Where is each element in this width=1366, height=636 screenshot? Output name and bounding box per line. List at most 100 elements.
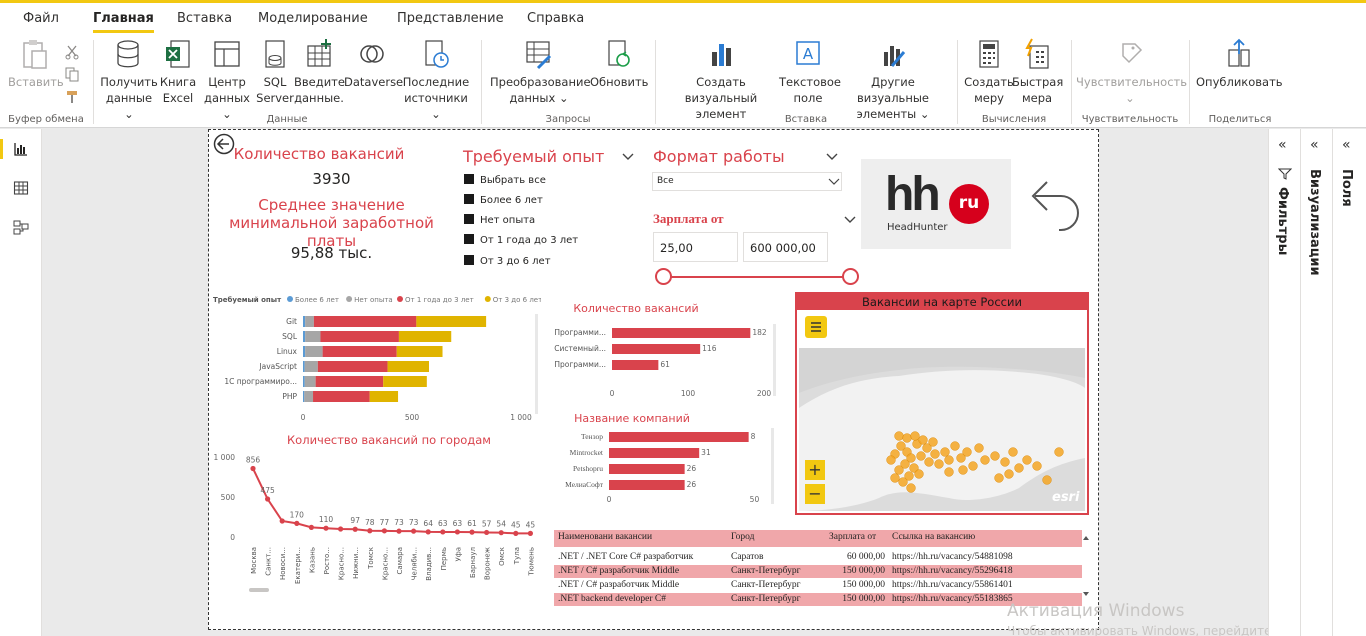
text-box-button[interactable]: A Текстовое поле: [779, 38, 841, 106]
more-visuals-button[interactable]: Другие визуальные элементы ⌄: [837, 38, 949, 122]
get-data-button[interactable]: Получить данные ⌄: [100, 38, 158, 122]
chevron-down-icon[interactable]: [825, 152, 839, 162]
new-measure-button[interactable]: Создать меру: [962, 38, 1016, 106]
category-label: Москва: [250, 547, 258, 574]
table-cell[interactable]: https://hh.ru/vacancy/55296418: [892, 566, 1013, 576]
tab-insert[interactable]: Вставка: [177, 11, 232, 26]
bar-segment: [313, 391, 370, 402]
salary-range-track[interactable]: [664, 276, 851, 278]
slicer-item-3-6[interactable]: От 3 до 6 лет: [464, 255, 551, 267]
tab-home[interactable]: Главная: [93, 11, 154, 33]
category-label: МелиаСофт: [565, 480, 604, 489]
table-cell[interactable]: https://hh.ru/vacancy/55861401: [892, 580, 1013, 590]
tab-file[interactable]: Файл: [23, 11, 59, 26]
x-tick-label: 100: [681, 389, 696, 398]
x-tick-label: 0: [607, 495, 612, 504]
table-row[interactable]: .NET / C# разработчик Middle Санкт-Петерб…: [554, 565, 1082, 578]
table-cell[interactable]: https://hh.ru/vacancy/55183865: [892, 594, 1013, 604]
chevron-down-icon[interactable]: [621, 152, 635, 162]
tab-modeling[interactable]: Моделирование: [258, 11, 368, 26]
table-cell[interactable]: https://hh.ru/vacancy/54881098: [892, 552, 1013, 562]
category-label: SQL: [282, 332, 298, 341]
data-point: [454, 529, 460, 535]
new-visual-button[interactable]: Создать визуальный элемент: [662, 38, 780, 122]
data-hub-button[interactable]: Центр данных ⌄: [200, 38, 254, 122]
data-point: [527, 530, 533, 536]
column-header[interactable]: Наименовани вакансии: [558, 532, 652, 542]
chevron-left-icon[interactable]: «: [1278, 137, 1287, 153]
salary-max-handle[interactable]: [842, 268, 859, 285]
slicer-item-select-all[interactable]: Выбрать все: [464, 174, 546, 186]
format-painter-icon[interactable]: [64, 89, 80, 105]
publish-button[interactable]: Опубликовать: [1196, 38, 1283, 90]
table-view-icon[interactable]: [13, 180, 29, 196]
chart-title: Количество вакансий: [573, 302, 698, 315]
salary-min-input[interactable]: 25,00: [653, 232, 738, 262]
table-row[interactable]: .NET / C# разработчик Middle Санкт-Петерб…: [554, 579, 1082, 592]
checkbox[interactable]: [464, 194, 474, 204]
table-row[interactable]: .NET / .NET Core C# разработчик Саратов 60…: [554, 551, 1082, 564]
table-cell: 60 000,00: [847, 552, 885, 562]
zoom-out-button[interactable]: −: [805, 484, 825, 504]
sql-server-button[interactable]: SQL Server: [256, 38, 294, 106]
map-point: [894, 465, 904, 475]
map-point: [1014, 463, 1024, 473]
data-point: [411, 528, 417, 534]
map-menu-button[interactable]: [805, 316, 827, 338]
dataverse-button[interactable]: Dataverse: [344, 38, 403, 90]
table-scrollbar[interactable]: [1083, 534, 1089, 598]
salary-min-handle[interactable]: [655, 268, 672, 285]
data-point: [425, 529, 431, 535]
slicer-item-no-experience[interactable]: Нет опыта: [464, 214, 535, 226]
table-row[interactable]: .NET backend developer C# Санкт-Петербург…: [554, 593, 1082, 606]
fields-pane[interactable]: « Поля: [1332, 129, 1366, 636]
checkbox[interactable]: [464, 214, 474, 224]
category-label: PHP: [282, 392, 297, 401]
salary-max-input[interactable]: 600 000,00: [743, 232, 828, 262]
slicer-item-over-6[interactable]: Более 6 лет: [464, 194, 543, 206]
excel-workbook-button[interactable]: Книга Excel: [158, 38, 198, 106]
table-cell: Санкт-Петербург: [731, 580, 801, 590]
refresh-button[interactable]: Обновить: [590, 38, 648, 90]
paste-button[interactable]: Вставить: [8, 38, 64, 90]
undo-arrow-icon[interactable]: [1029, 176, 1083, 236]
checkbox[interactable]: [464, 255, 474, 265]
data-label: 54: [496, 520, 506, 529]
enter-data-button[interactable]: Введите данные.: [294, 38, 345, 106]
tab-view[interactable]: Представление: [397, 11, 504, 26]
cut-icon[interactable]: [64, 44, 80, 60]
map-point: [994, 473, 1004, 483]
work-format-dropdown[interactable]: Все: [652, 172, 842, 191]
slicer-item-1-3[interactable]: От 1 года до 3 лет: [464, 234, 578, 246]
refresh-icon: [608, 40, 630, 67]
visualizations-pane[interactable]: « Визуализации: [1300, 129, 1332, 636]
scrollbar-thumb[interactable]: [249, 588, 269, 592]
checkbox[interactable]: [464, 174, 474, 184]
map-point: [898, 477, 908, 487]
legend-label: От 3 до 6 лет: [493, 296, 541, 304]
data-label: 8: [751, 432, 756, 441]
model-view-icon[interactable]: [13, 219, 29, 235]
column-header[interactable]: Зарплата от: [829, 532, 876, 542]
quick-measure-button[interactable]: Быстрая мера: [1012, 38, 1063, 106]
column-header[interactable]: Город: [731, 532, 754, 542]
chevron-down-icon[interactable]: [843, 215, 857, 225]
transform-data-button[interactable]: Преобразование данных ⌄: [490, 38, 591, 106]
map-area[interactable]: [799, 348, 1085, 511]
sensitivity-button[interactable]: Чувствительность ⌄: [1076, 38, 1187, 106]
column-header[interactable]: Ссылка на вакансию: [892, 532, 975, 542]
tab-help[interactable]: Справка: [527, 11, 584, 26]
chevron-left-icon[interactable]: «: [1342, 137, 1351, 153]
copy-icon[interactable]: [64, 66, 80, 82]
sql-server-icon: [265, 40, 285, 68]
checkbox[interactable]: [464, 234, 474, 244]
x-tick-label: 500: [405, 413, 420, 422]
filters-pane[interactable]: « Фильтры: [1268, 129, 1300, 636]
chevron-left-icon[interactable]: «: [1310, 137, 1319, 153]
zoom-in-button[interactable]: +: [805, 460, 825, 480]
bar-segment: [303, 361, 305, 372]
map-visual[interactable]: Вакансии на карте России + − esri: [795, 292, 1089, 515]
report-view-icon[interactable]: [13, 141, 29, 157]
recent-sources-button[interactable]: Последние источники ⌄: [400, 38, 472, 122]
dropdown-chevron-icon[interactable]: [828, 178, 840, 186]
